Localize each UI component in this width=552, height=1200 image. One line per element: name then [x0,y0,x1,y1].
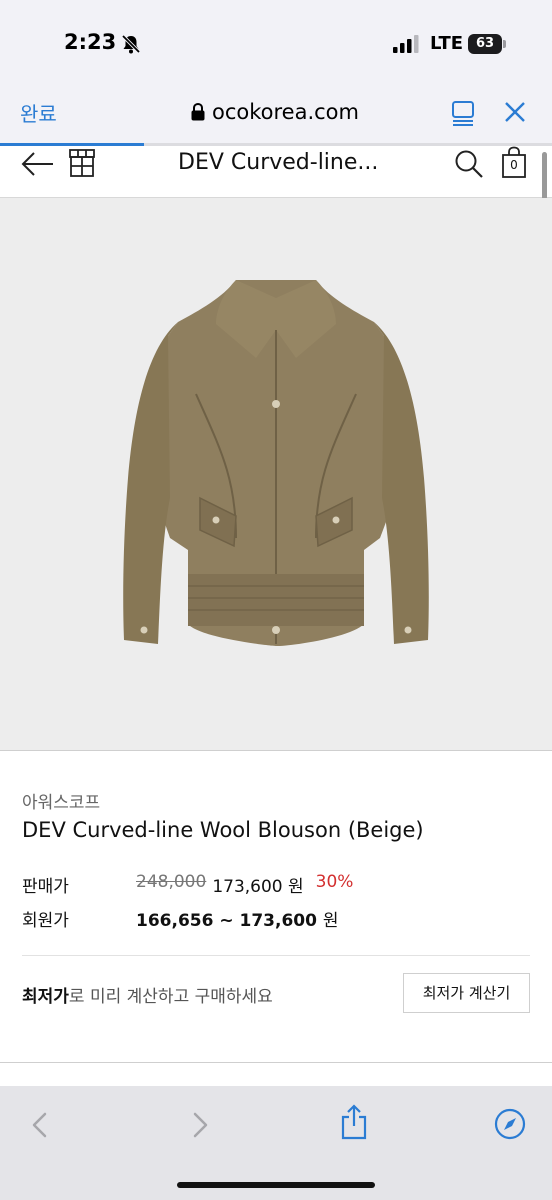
scrollbar[interactable] [542,152,547,200]
member-price-row: 166,656 ~ 173,600 원 [136,906,339,931]
share-icon[interactable] [339,1104,369,1140]
discount-rate: 30% [315,872,354,892]
reader-icon[interactable] [451,100,475,126]
divider [22,955,530,956]
browser-toolbar [0,1086,552,1200]
member-price-label: 회원가 [22,911,69,931]
product-info: 아워스코프 DEV Curved-line Wool Blouson (Beig… [0,750,552,1062]
url-text: ocokorea.com [212,100,359,124]
product-image[interactable] [0,198,552,750]
section-divider [0,1062,552,1086]
member-price-unit: 원 [322,911,339,931]
close-icon[interactable] [503,100,527,124]
address-bar[interactable]: ocokorea.com [190,98,359,126]
brand-name[interactable]: 아워스코프 [22,788,100,813]
jacket-image [123,280,429,646]
search-icon[interactable] [454,149,484,179]
status-time: 2:23 [64,30,117,54]
lowest-price-notice: 최저가로 미리 계산하고 구매하세요 [22,982,273,1007]
status-bar: 2:23 LTE 63 [0,0,552,80]
cart-button[interactable]: 0 [500,146,528,178]
lowest-price-strong: 최저가 [22,987,69,1007]
lock-icon [191,102,205,121]
sale-price: 173,600 원 [212,877,304,897]
battery-tip [503,40,506,48]
browser-bar: 완료 ocokorea.com [0,80,552,146]
done-button[interactable]: 완료 [20,98,57,127]
sale-price-label: 판매가 [22,877,69,897]
site-header: DEV Curved-line... 0 [0,146,552,200]
sale-price-row: 248,000 173,600 원 30% [136,872,353,897]
product-name: DEV Curved-line Wool Blouson (Beige) [22,818,424,842]
bell-slash-icon [121,34,141,54]
lowest-price-calculator-button[interactable]: 최저가 계산기 [403,973,530,1013]
battery-level: 63 [468,34,502,54]
back-icon[interactable] [30,1111,50,1139]
member-price: 166,656 ~ 173,600 [136,911,317,931]
signal-icon [393,35,419,53]
home-indicator[interactable] [177,1182,375,1188]
page-title: DEV Curved-line... [178,150,379,175]
store-icon[interactable] [68,148,96,178]
network-label: LTE [430,33,464,54]
cart-count: 0 [510,158,518,172]
lowest-price-rest: 로 미리 계산하고 구매하세요 [68,987,273,1007]
compass-icon[interactable] [494,1108,526,1140]
original-price: 248,000 [136,872,207,892]
battery-indicator: 63 [468,34,506,54]
back-arrow-icon[interactable] [20,150,56,178]
forward-icon[interactable] [190,1111,210,1139]
